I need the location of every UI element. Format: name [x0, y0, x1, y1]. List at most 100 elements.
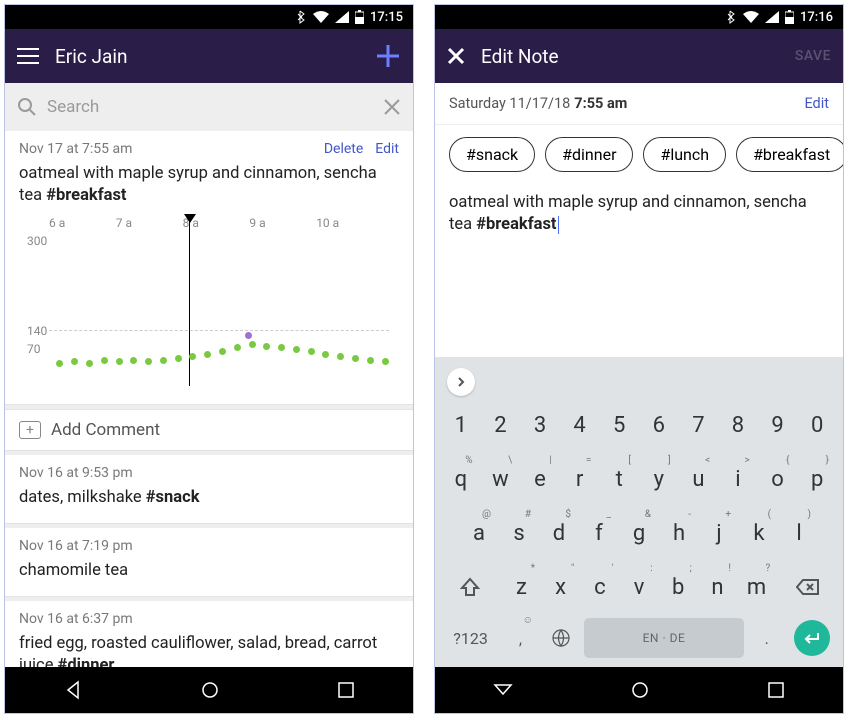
- key-m[interactable]: m?: [737, 563, 776, 611]
- y-tick: 140: [27, 324, 47, 338]
- key-p[interactable]: p}: [799, 455, 835, 503]
- chart-dot: [175, 355, 182, 362]
- key-5[interactable]: 5: [601, 401, 637, 449]
- key-t[interactable]: t[: [601, 455, 637, 503]
- key-l[interactable]: l): [781, 509, 817, 557]
- backspace-key[interactable]: [780, 563, 835, 611]
- language-key[interactable]: [543, 617, 580, 659]
- edit-date-link[interactable]: Edit: [804, 95, 829, 112]
- key-n[interactable]: n!: [698, 563, 737, 611]
- key-g[interactable]: g&: [621, 509, 657, 557]
- tag-chip[interactable]: #snack: [449, 137, 535, 172]
- home-icon[interactable]: [200, 680, 220, 700]
- glucose-chart: 6 a 7 a 8 a 9 a 10 a 300 140 70: [19, 208, 399, 400]
- clear-icon[interactable]: [383, 98, 401, 116]
- entry-text: chamomile tea: [19, 561, 128, 580]
- key-2[interactable]: 2: [483, 401, 519, 449]
- key-0[interactable]: 0: [799, 401, 835, 449]
- key-i[interactable]: i>: [720, 455, 756, 503]
- search-placeholder: Search: [47, 97, 373, 117]
- key-x[interactable]: x": [541, 563, 580, 611]
- close-icon[interactable]: [447, 47, 465, 65]
- key-hint: %: [465, 455, 472, 466]
- menu-icon[interactable]: [17, 47, 39, 65]
- symbols-key[interactable]: ?123: [443, 617, 498, 659]
- entry-item[interactable]: Nov 16 at 6:37 pm fried egg, roasted cau…: [5, 601, 413, 667]
- key-q[interactable]: q%: [443, 455, 479, 503]
- edit-link[interactable]: Edit: [375, 141, 399, 157]
- chart-dot: [293, 346, 300, 353]
- back-down-icon[interactable]: [493, 683, 513, 697]
- home-icon[interactable]: [630, 680, 650, 700]
- entry-tag: #snack: [146, 488, 200, 507]
- key-j[interactable]: j+: [701, 509, 737, 557]
- key-f[interactable]: f_: [581, 509, 617, 557]
- entry-item[interactable]: Nov 17 at 7:55 am Delete Edit oatmeal wi…: [5, 131, 413, 405]
- key-7[interactable]: 7: [681, 401, 717, 449]
- tag-chip[interactable]: #lunch: [643, 137, 726, 172]
- entry-body: dates, milkshake #snack: [19, 487, 399, 509]
- key-8[interactable]: 8: [720, 401, 756, 449]
- entry-timestamp: Nov 17 at 7:55 am: [19, 141, 312, 157]
- note-editor[interactable]: oatmeal with maple syrup and cinnamon, s…: [435, 184, 843, 357]
- key-b[interactable]: b;: [659, 563, 698, 611]
- enter-key[interactable]: [789, 618, 835, 658]
- back-icon[interactable]: [63, 680, 83, 700]
- chart-dot: [245, 332, 252, 339]
- save-button[interactable]: SAVE: [795, 48, 831, 64]
- comma-key[interactable]: ,☺: [502, 617, 539, 659]
- chart-dot: [189, 353, 196, 360]
- recent-icon[interactable]: [767, 681, 785, 699]
- key-hint: &: [645, 509, 651, 520]
- period-key[interactable]: .: [748, 617, 785, 659]
- text-cursor: [558, 216, 559, 234]
- editor-tag: #breakfast: [476, 215, 556, 234]
- key-d[interactable]: d$: [541, 509, 577, 557]
- battery-icon: [355, 10, 364, 24]
- shift-key[interactable]: [443, 563, 498, 611]
- key-hint: -: [688, 509, 691, 520]
- spacebar-key[interactable]: EN · DE: [584, 618, 745, 658]
- key-1[interactable]: 1: [443, 401, 479, 449]
- add-comment-button[interactable]: + Add Comment: [5, 409, 413, 451]
- key-hint: ?: [765, 563, 770, 574]
- key-4[interactable]: 4: [562, 401, 598, 449]
- tag-chip[interactable]: #dinner: [545, 137, 633, 172]
- key-e[interactable]: e|: [522, 455, 558, 503]
- key-hint: ]: [668, 455, 671, 466]
- key-9[interactable]: 9: [760, 401, 796, 449]
- key-y[interactable]: y]: [641, 455, 677, 503]
- signal-icon: [335, 11, 349, 23]
- wifi-icon: [743, 11, 759, 23]
- key-hint: #: [525, 509, 531, 520]
- keyboard-expand-button[interactable]: [447, 368, 475, 396]
- key-hint: }: [826, 455, 829, 466]
- edit-date: Saturday 11/17/18: [449, 95, 570, 112]
- entry-tag: #breakfast: [46, 186, 126, 205]
- key-a[interactable]: a@: [461, 509, 497, 557]
- key-s[interactable]: s#: [501, 509, 537, 557]
- key-o[interactable]: o{: [760, 455, 796, 503]
- entry-item[interactable]: Nov 16 at 9:53 pm dates, milkshake #snac…: [5, 455, 413, 524]
- key-6[interactable]: 6: [641, 401, 677, 449]
- key-w[interactable]: w\: [483, 455, 519, 503]
- tag-chip[interactable]: #breakfast: [736, 137, 844, 172]
- entry-body: fried egg, roasted cauliflower, salad, b…: [19, 633, 399, 667]
- key-3[interactable]: 3: [522, 401, 558, 449]
- keyboard-row: a@s#d$f_g&h-j+k(l): [439, 509, 839, 557]
- key-v[interactable]: v:: [619, 563, 658, 611]
- key-k[interactable]: k(: [741, 509, 777, 557]
- search-bar[interactable]: Search: [5, 83, 413, 131]
- key-hint: +: [725, 509, 731, 520]
- delete-link[interactable]: Delete: [324, 141, 363, 157]
- chart-dot: [86, 360, 93, 367]
- key-z[interactable]: z*: [502, 563, 541, 611]
- add-icon[interactable]: [375, 43, 401, 69]
- entry-item[interactable]: Nov 16 at 7:19 pm chamomile tea: [5, 528, 413, 597]
- page-title: Edit Note: [481, 45, 779, 68]
- recent-icon[interactable]: [337, 681, 355, 699]
- key-c[interactable]: c': [580, 563, 619, 611]
- key-u[interactable]: u<: [681, 455, 717, 503]
- key-h[interactable]: h-: [661, 509, 697, 557]
- key-r[interactable]: r=: [562, 455, 598, 503]
